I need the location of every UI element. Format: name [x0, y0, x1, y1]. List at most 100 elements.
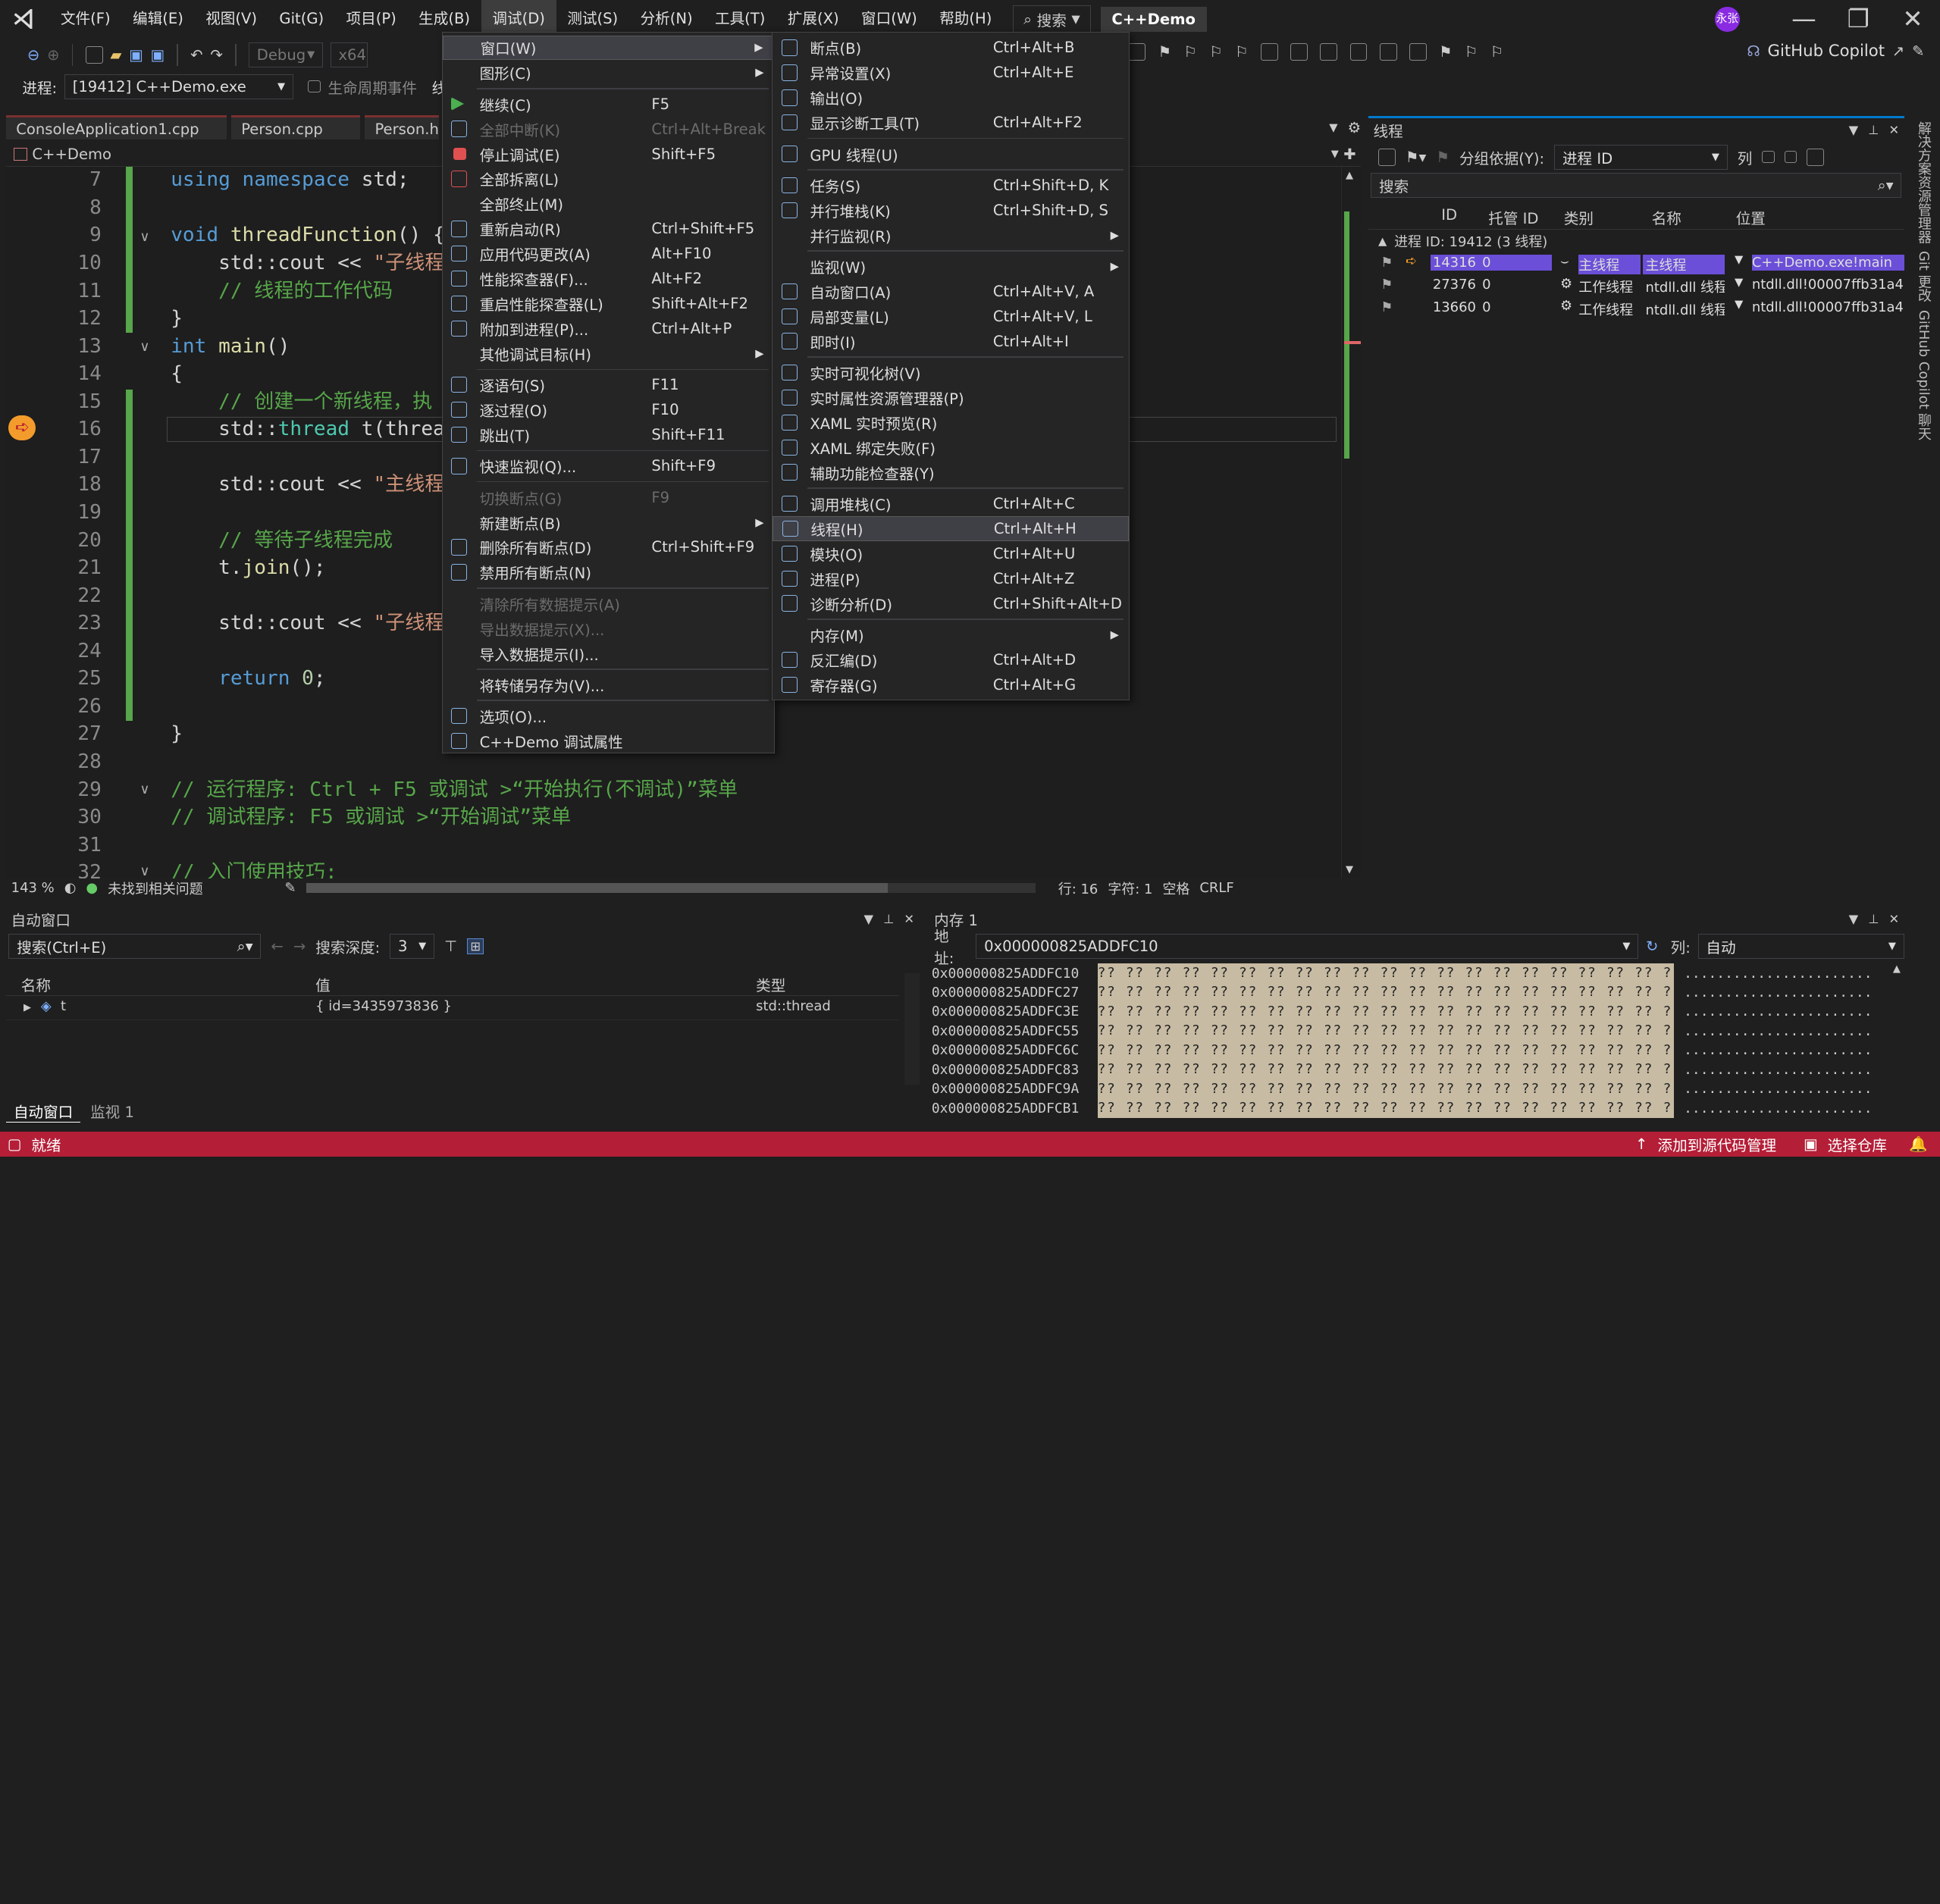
feedback-icon[interactable]: ✎: [1912, 42, 1924, 60]
collapse-groups-icon[interactable]: [1784, 151, 1797, 164]
tab-person-cpp[interactable]: Person.cpp: [231, 114, 360, 140]
tab-overflow-icon[interactable]: ▼: [1329, 121, 1337, 134]
threads-search[interactable]: 搜索 ⌕▾: [1371, 173, 1902, 199]
fold-icon[interactable]: ∨: [139, 781, 149, 797]
nav-project[interactable]: C++Demo: [32, 146, 111, 163]
rail-git-changes[interactable]: Git 更改: [1913, 251, 1933, 302]
thread-row[interactable]: ⚑ 13660 0 ⚙ 工作线程 ntdll.dll 线程 ▼ ntdll.dll!00007…: [1368, 297, 1904, 319]
code-line[interactable]: 30 // 调试程序: F5 或调试 >“开始调试”菜单: [6, 804, 1361, 831]
menu-item[interactable]: 即时(I) Ctrl+Alt+I: [773, 329, 1129, 354]
menu-item[interactable]: 辅助功能检查器(Y): [773, 460, 1129, 485]
menu-item[interactable]: 断点(B) Ctrl+Alt+B: [773, 36, 1129, 61]
bookmark-icon[interactable]: ⚑: [1158, 43, 1172, 61]
thread-group-row[interactable]: ▲ 进程 ID: 19412 (3 线程): [1368, 230, 1904, 252]
memory-grid[interactable]: 0x000000825ADDFC10?? ?? ?? ?? ?? ?? ?? ?…: [929, 963, 1904, 1119]
toolbar-icon[interactable]: [1128, 43, 1146, 61]
menu-2[interactable]: 视图(V): [195, 0, 268, 39]
expand-location-icon[interactable]: ▼: [1735, 276, 1743, 289]
menu-item[interactable]: 局部变量(L) Ctrl+Alt+V, L: [773, 304, 1129, 329]
redo-icon[interactable]: ↷: [210, 46, 222, 64]
bookmark-clear-icon[interactable]: ⚐: [1235, 43, 1249, 61]
expand-callstacks-icon[interactable]: [1378, 148, 1396, 166]
wrap-icon[interactable]: [1409, 43, 1427, 61]
address-input[interactable]: 0x000000825ADDFC10 ▼: [976, 934, 1639, 959]
menu-item[interactable]: 应用代码更改(A) Alt+F10: [443, 242, 774, 267]
save-icon[interactable]: ▣: [129, 46, 143, 64]
bookmark-prev2-icon[interactable]: ⚐: [1465, 43, 1478, 61]
menu-item[interactable]: 附加到进程(P)... Ctrl+Alt+P: [443, 316, 774, 341]
menu-item[interactable]: 输出(O): [773, 86, 1129, 111]
menu-item[interactable]: 逐过程(O) F10: [443, 398, 774, 423]
uncomment-icon[interactable]: [1349, 43, 1368, 61]
thread-row[interactable]: ⚑ 27376 0 ⚙ 工作线程 ntdll.dll 线程 ▼ ntdll.dll!00007…: [1368, 274, 1904, 297]
bookmark-prev-icon[interactable]: ⚐: [1183, 43, 1197, 61]
bookmark-next-icon[interactable]: ⚐: [1209, 43, 1223, 61]
menu-item[interactable]: 全部终止(M): [443, 192, 774, 217]
columns-dropdown[interactable]: 自动 ▼: [1697, 934, 1904, 959]
menu-item[interactable]: 反汇编(D) Ctrl+Alt+D: [773, 647, 1129, 672]
save-all-icon[interactable]: ▣: [150, 46, 165, 64]
menu-1[interactable]: 编辑(E): [121, 0, 194, 39]
menu-item[interactable]: 快速监视(Q)... Shift+F9: [443, 454, 774, 479]
search-box[interactable]: ⌕ 搜索 ▼: [1013, 5, 1091, 33]
panel-close-icon[interactable]: ✕: [1888, 123, 1899, 137]
tab-autos[interactable]: 自动窗口: [6, 1100, 81, 1123]
expand-location-icon[interactable]: ▼: [1735, 298, 1743, 311]
panel-menu-icon[interactable]: ▼: [1849, 123, 1859, 137]
menu-item[interactable]: 异常设置(X) Ctrl+Alt+E: [773, 61, 1129, 86]
code-line[interactable]: 32 // 入门使用技巧:: [6, 860, 1361, 878]
settings-gear-icon[interactable]: ⚙: [1348, 119, 1362, 136]
memory-row[interactable]: 0x000000825ADDFC10?? ?? ?? ?? ?? ?? ?? ?…: [929, 963, 1904, 984]
tab-consoleapplication1[interactable]: ConsoleApplication1.cpp: [6, 114, 227, 140]
menu-item[interactable]: 选项(O)...: [443, 703, 774, 728]
menu-item[interactable]: 进程(P) Ctrl+Alt+Z: [773, 566, 1129, 591]
new-project-icon[interactable]: [85, 46, 103, 64]
brush-icon[interactable]: ✎: [284, 880, 296, 896]
format-icon[interactable]: [1379, 43, 1397, 61]
expand-icon[interactable]: ▶: [24, 1002, 31, 1013]
memory-row[interactable]: 0x000000825ADDFC83?? ?? ?? ?? ?? ?? ?? ?…: [929, 1060, 1904, 1080]
refresh-icon[interactable]: ↻: [1646, 938, 1658, 955]
process-dropdown[interactable]: [19412] C++Demo.exe ▼: [64, 74, 293, 99]
fold-icon[interactable]: ∨: [139, 339, 149, 355]
menu-item[interactable]: 模块(O) Ctrl+Alt+U: [773, 541, 1129, 566]
platform-dropdown[interactable]: x64: [330, 42, 368, 67]
search-back-icon[interactable]: ←: [271, 938, 283, 955]
zoom-level[interactable]: 143 %: [11, 880, 55, 896]
open-folder-icon[interactable]: ▰: [110, 46, 121, 64]
columns-button[interactable]: 列: [1738, 146, 1753, 168]
memory-row[interactable]: 0x000000825ADDFC6C?? ?? ?? ?? ?? ?? ?? ?…: [929, 1040, 1904, 1060]
menu-item[interactable]: 性能探查器(F)... Alt+F2: [443, 267, 774, 292]
panel-menu-icon[interactable]: ▼: [1849, 912, 1859, 926]
whitespace-mode[interactable]: 空格: [1162, 878, 1189, 898]
pin-icon[interactable]: ⊥: [883, 912, 894, 926]
flag-icon[interactable]: ⚑: [1381, 255, 1393, 271]
restore-button[interactable]: ❐: [1831, 5, 1885, 33]
horizontal-scrollbar[interactable]: [306, 883, 1036, 894]
search-depth-dropdown[interactable]: 3 ▼: [390, 934, 434, 959]
menu-item[interactable]: 重新启动(R) Ctrl+Shift+F5: [443, 217, 774, 242]
menu-item[interactable]: 窗口(W) ▶: [442, 35, 774, 61]
vertical-scrollbar[interactable]: ▲ ▼: [1341, 167, 1362, 878]
add-to-source-control[interactable]: 添加到源代码管理: [1658, 1133, 1777, 1155]
split-icon[interactable]: ✚: [1343, 146, 1355, 163]
menu-item[interactable]: 调用堆栈(C) Ctrl+Alt+C: [773, 491, 1129, 516]
user-avatar[interactable]: 永张: [1715, 6, 1740, 32]
select-repository[interactable]: 选择仓库: [1828, 1133, 1887, 1155]
tab-person-h[interactable]: Person.h: [365, 114, 440, 140]
menu-item[interactable]: XAML 实时预览(R): [773, 410, 1129, 435]
pin-source-icon[interactable]: ⊤: [444, 938, 457, 955]
github-copilot-button[interactable]: GitHub Copilot: [1768, 42, 1885, 61]
memory-row[interactable]: 0x000000825ADDFC3E?? ?? ?? ?? ?? ?? ?? ?…: [929, 1001, 1904, 1022]
expand-groups-icon[interactable]: [1762, 151, 1775, 164]
expand-location-icon[interactable]: ▼: [1735, 253, 1743, 266]
menu-item[interactable]: 自动窗口(A) Ctrl+Alt+V, A: [773, 279, 1129, 304]
notifications-icon[interactable]: 🔔: [1909, 1135, 1927, 1153]
rail-solution-explorer[interactable]: 解决方案资源管理器: [1913, 121, 1933, 244]
autos-scrollbar[interactable]: [904, 973, 920, 1085]
menu-item[interactable]: 全部拆离(L): [443, 167, 774, 192]
forward-icon[interactable]: ⊕: [47, 46, 59, 64]
fold-icon[interactable]: ∨: [139, 229, 149, 245]
autos-row[interactable]: ▶ ◈ t{ id=3435973836 } std::thread: [6, 998, 900, 1021]
rail-copilot-chat[interactable]: GitHub Copilot 聊天: [1913, 310, 1933, 440]
